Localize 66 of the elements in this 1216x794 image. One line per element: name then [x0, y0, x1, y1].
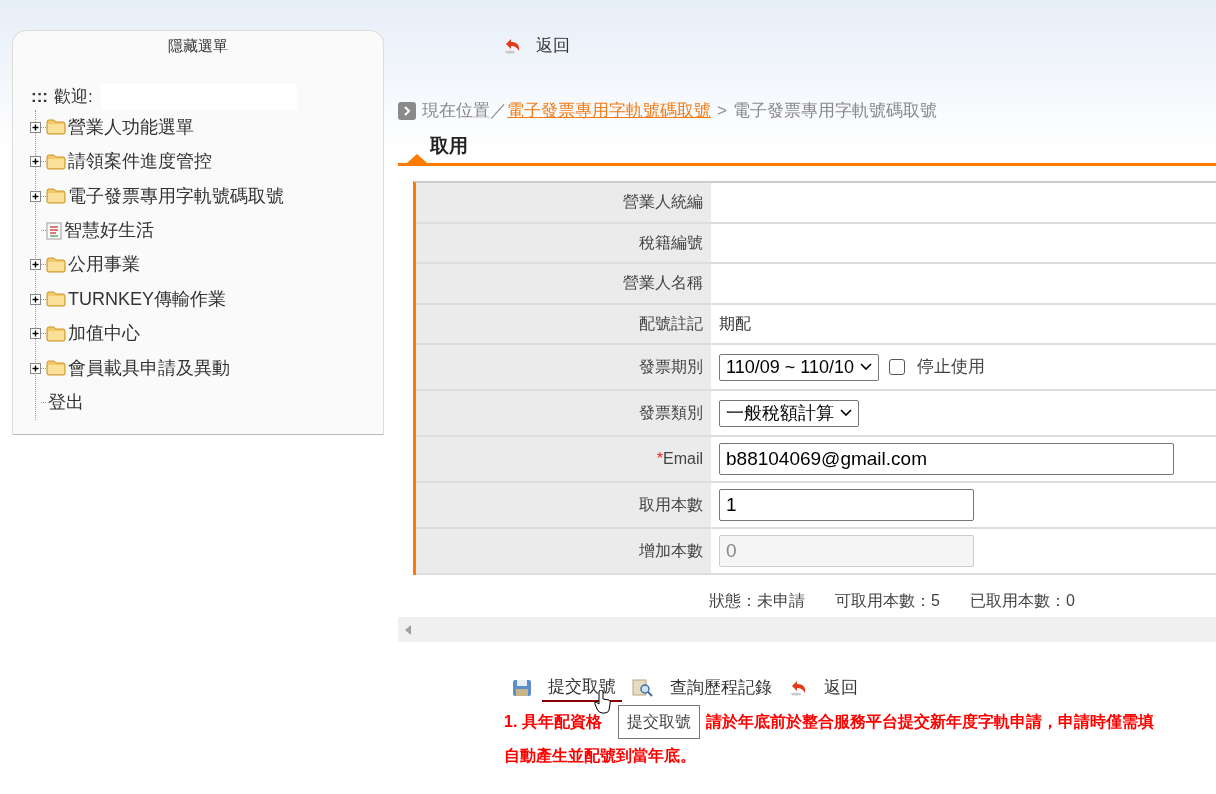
status-text: 可取用本數：5 — [835, 591, 940, 611]
field-value: 期配 — [719, 313, 751, 334]
field-label: 增加本數 — [639, 541, 703, 561]
checkbox-label: 停止使用 — [916, 356, 985, 379]
notice-text: 1. 具年配資格 — [504, 712, 602, 732]
status-text: 狀態：未申請 — [709, 591, 805, 611]
horizontal-scrollbar[interactable] — [398, 617, 1216, 642]
status-text: 已取用本數：0 — [969, 591, 1075, 611]
menu-item[interactable]: 智慧好生活 — [64, 217, 154, 245]
folder-icon — [46, 119, 66, 136]
curved-arrow-icon — [788, 679, 808, 697]
notice-text: 請於年底前於整合服務平台提交新年度字軌申請，申請時僅需填 — [705, 712, 1154, 732]
input-field[interactable]: b88104069@gmail.com — [719, 443, 1174, 475]
sidebar-title[interactable]: 隱藏選單 — [31, 36, 365, 56]
breadcrumb-current: 電子發票專用字軌號碼取號 — [732, 100, 937, 123]
dropdown-select[interactable]: 一般稅額計算 — [719, 399, 859, 427]
chevron-down-icon — [859, 363, 872, 371]
back-link[interactable]: 返回 — [536, 33, 570, 59]
plus-box-icon[interactable] — [30, 293, 41, 305]
folder-icon — [46, 153, 66, 170]
dropdown-select[interactable]: 110/09 ~ 110/10 — [719, 353, 879, 381]
chevron-down-icon — [840, 409, 852, 417]
breadcrumb-arrow: > — [717, 100, 727, 123]
field-label: 發票類別 — [639, 403, 703, 423]
welcome-marker: ::: — [31, 86, 48, 109]
chevron-right-icon — [398, 102, 416, 120]
section-title: 取用 — [430, 134, 468, 158]
menu-item[interactable]: TURNKEY傳輸作業 — [68, 285, 226, 313]
plus-box-icon[interactable] — [30, 328, 41, 340]
welcome-label: 歡迎: — [54, 86, 93, 109]
menu-item[interactable]: 登出 — [48, 389, 84, 417]
menu-item[interactable]: 加值中心 — [68, 320, 140, 348]
plus-box-icon[interactable] — [30, 156, 41, 168]
plus-box-icon[interactable] — [30, 121, 41, 133]
plus-box-icon[interactable] — [30, 362, 41, 374]
plus-box-icon[interactable] — [30, 259, 41, 271]
field-label: Email — [663, 449, 703, 469]
curved-arrow-icon — [502, 37, 522, 55]
folder-icon — [46, 291, 66, 308]
tooltip: 提交取號 — [618, 705, 700, 739]
plus-box-icon[interactable] — [30, 190, 41, 202]
menu-item[interactable]: 營業人功能選單 — [68, 113, 194, 141]
folder-icon — [46, 360, 66, 377]
required-mark: * — [656, 449, 663, 469]
breadcrumb-separator: ／ — [490, 100, 507, 123]
action-link[interactable]: 查詢歷程記錄 — [664, 675, 778, 701]
menu-item[interactable]: 會員載具申請及異動 — [68, 354, 230, 382]
checkbox[interactable] — [888, 359, 905, 375]
breadcrumb-label: 現在位置 — [422, 100, 490, 123]
field-label: 營業人統編 — [623, 192, 703, 213]
menu-item[interactable]: 請領案件進度管控 — [68, 148, 212, 176]
field-label: 稅籍編號 — [639, 232, 703, 253]
folder-icon — [46, 325, 66, 342]
field-label: 營業人名稱 — [623, 273, 703, 294]
magnifier-document-icon — [632, 678, 654, 698]
menu-item[interactable]: 電子發票專用字軌號碼取號 — [68, 182, 284, 210]
notice-text: 自動產生並配號到當年底。 — [504, 746, 697, 766]
menu-item[interactable]: 公用事業 — [68, 251, 140, 279]
folder-icon — [46, 188, 66, 205]
field-label: 取用本數 — [639, 495, 703, 515]
field-label: 發票期別 — [639, 357, 703, 377]
folder-icon — [46, 256, 66, 273]
field-label: 配號註記 — [639, 313, 703, 334]
action-link[interactable]: 返回 — [818, 675, 864, 701]
input-field[interactable]: 1 — [719, 489, 974, 521]
triangle-marker-icon — [407, 154, 427, 163]
